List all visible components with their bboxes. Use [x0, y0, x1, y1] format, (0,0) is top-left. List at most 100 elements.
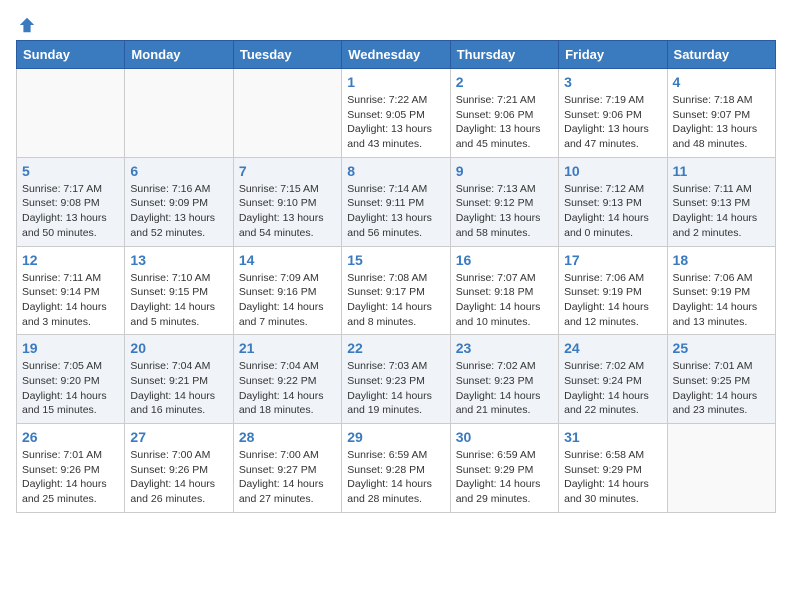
weekday-header-tuesday: Tuesday — [233, 41, 341, 69]
week-row-4: 19Sunrise: 7:05 AM Sunset: 9:20 PM Dayli… — [17, 335, 776, 424]
day-info: Sunrise: 7:16 AM Sunset: 9:09 PM Dayligh… — [130, 182, 227, 241]
day-info: Sunrise: 7:10 AM Sunset: 9:15 PM Dayligh… — [130, 271, 227, 330]
calendar-cell: 5Sunrise: 7:17 AM Sunset: 9:08 PM Daylig… — [17, 157, 125, 246]
calendar-cell: 14 Sunrise: 7:09 AM Sunset: 9:16 PM Dayli… — [233, 246, 341, 335]
calendar-cell — [667, 424, 775, 513]
weekday-header-friday: Friday — [559, 41, 667, 69]
week-row-2: 5Sunrise: 7:17 AM Sunset: 9:08 PM Daylig… — [17, 157, 776, 246]
day-number: 14 — [239, 252, 336, 268]
calendar-cell: 28 Sunrise: 7:00 AM Sunset: 9:27 PM Dayli… — [233, 424, 341, 513]
day-number: 12 — [22, 252, 119, 268]
calendar-cell: 26Sunrise: 7:01 AM Sunset: 9:26 PM Dayli… — [17, 424, 125, 513]
day-number: 29 — [347, 429, 444, 445]
logo-icon — [18, 16, 36, 34]
day-info: Sunrise: 7:01 AM Sunset: 9:26 PM Dayligh… — [22, 448, 119, 507]
day-info: Sunrise: 7:06 AM Sunset: 9:19 PM Dayligh… — [564, 271, 661, 330]
day-number: 23 — [456, 340, 553, 356]
calendar-cell: 29 Sunrise: 6:59 AM Sunset: 9:28 PM Dayli… — [342, 424, 450, 513]
calendar-cell: 7Sunrise: 7:15 AM Sunset: 9:10 PM Daylig… — [233, 157, 341, 246]
day-info: Sunrise: 7:03 AM Sunset: 9:23 PM Dayligh… — [347, 359, 444, 418]
week-row-1: 1 Sunrise: 7:22 AM Sunset: 9:05 PM Daylig… — [17, 69, 776, 158]
calendar-cell: 9 Sunrise: 7:13 AM Sunset: 9:12 PM Daylig… — [450, 157, 558, 246]
day-number: 6 — [130, 163, 227, 179]
day-number: 18 — [673, 252, 770, 268]
day-info: Sunrise: 6:58 AM Sunset: 9:29 PM Dayligh… — [564, 448, 661, 507]
day-info: Sunrise: 7:04 AM Sunset: 9:22 PM Dayligh… — [239, 359, 336, 418]
day-number: 31 — [564, 429, 661, 445]
day-number: 25 — [673, 340, 770, 356]
day-info: Sunrise: 7:11 AM Sunset: 9:13 PM Dayligh… — [673, 182, 770, 241]
day-info: Sunrise: 6:59 AM Sunset: 9:29 PM Dayligh… — [456, 448, 553, 507]
day-info: Sunrise: 7:14 AM Sunset: 9:11 PM Dayligh… — [347, 182, 444, 241]
day-info: Sunrise: 7:12 AM Sunset: 9:13 PM Dayligh… — [564, 182, 661, 241]
day-info: Sunrise: 7:00 AM Sunset: 9:26 PM Dayligh… — [130, 448, 227, 507]
day-number: 3 — [564, 74, 661, 90]
calendar-cell: 17 Sunrise: 7:06 AM Sunset: 9:19 PM Dayli… — [559, 246, 667, 335]
day-info: Sunrise: 7:06 AM Sunset: 9:19 PM Dayligh… — [673, 271, 770, 330]
day-info: Sunrise: 7:11 AM Sunset: 9:14 PM Dayligh… — [22, 271, 119, 330]
page-header — [16, 16, 776, 30]
calendar-cell: 8 Sunrise: 7:14 AM Sunset: 9:11 PM Daylig… — [342, 157, 450, 246]
calendar-cell: 27 Sunrise: 7:00 AM Sunset: 9:26 PM Dayli… — [125, 424, 233, 513]
day-number: 13 — [130, 252, 227, 268]
weekday-header-row: SundayMondayTuesdayWednesdayThursdayFrid… — [17, 41, 776, 69]
calendar-cell: 4 Sunrise: 7:18 AM Sunset: 9:07 PM Daylig… — [667, 69, 775, 158]
day-number: 27 — [130, 429, 227, 445]
day-number: 10 — [564, 163, 661, 179]
calendar-cell: 13 Sunrise: 7:10 AM Sunset: 9:15 PM Dayli… — [125, 246, 233, 335]
calendar-cell: 1 Sunrise: 7:22 AM Sunset: 9:05 PM Daylig… — [342, 69, 450, 158]
calendar-cell: 20 Sunrise: 7:04 AM Sunset: 9:21 PM Dayli… — [125, 335, 233, 424]
calendar-cell: 22 Sunrise: 7:03 AM Sunset: 9:23 PM Dayli… — [342, 335, 450, 424]
day-number: 2 — [456, 74, 553, 90]
calendar-cell: 16 Sunrise: 7:07 AM Sunset: 9:18 PM Dayli… — [450, 246, 558, 335]
calendar-cell: 19Sunrise: 7:05 AM Sunset: 9:20 PM Dayli… — [17, 335, 125, 424]
calendar-cell: 30 Sunrise: 6:59 AM Sunset: 9:29 PM Dayli… — [450, 424, 558, 513]
weekday-header-monday: Monday — [125, 41, 233, 69]
day-number: 15 — [347, 252, 444, 268]
calendar-cell: 18 Sunrise: 7:06 AM Sunset: 9:19 PM Dayli… — [667, 246, 775, 335]
day-info: Sunrise: 6:59 AM Sunset: 9:28 PM Dayligh… — [347, 448, 444, 507]
day-number: 9 — [456, 163, 553, 179]
calendar-cell — [125, 69, 233, 158]
day-info: Sunrise: 7:22 AM Sunset: 9:05 PM Dayligh… — [347, 93, 444, 152]
day-info: Sunrise: 7:17 AM Sunset: 9:08 PM Dayligh… — [22, 182, 119, 241]
day-number: 8 — [347, 163, 444, 179]
day-info: Sunrise: 7:02 AM Sunset: 9:23 PM Dayligh… — [456, 359, 553, 418]
day-info: Sunrise: 7:15 AM Sunset: 9:10 PM Dayligh… — [239, 182, 336, 241]
day-number: 22 — [347, 340, 444, 356]
calendar-cell: 12 Sunrise: 7:11 AM Sunset: 9:14 PM Dayli… — [17, 246, 125, 335]
weekday-header-thursday: Thursday — [450, 41, 558, 69]
calendar-cell: 21Sunrise: 7:04 AM Sunset: 9:22 PM Dayli… — [233, 335, 341, 424]
calendar: SundayMondayTuesdayWednesdayThursdayFrid… — [16, 40, 776, 513]
day-number: 11 — [673, 163, 770, 179]
day-info: Sunrise: 7:09 AM Sunset: 9:16 PM Dayligh… — [239, 271, 336, 330]
week-row-3: 12 Sunrise: 7:11 AM Sunset: 9:14 PM Dayli… — [17, 246, 776, 335]
calendar-cell — [233, 69, 341, 158]
calendar-cell: 15 Sunrise: 7:08 AM Sunset: 9:17 PM Dayli… — [342, 246, 450, 335]
calendar-cell: 2Sunrise: 7:21 AM Sunset: 9:06 PM Daylig… — [450, 69, 558, 158]
day-info: Sunrise: 7:19 AM Sunset: 9:06 PM Dayligh… — [564, 93, 661, 152]
day-info: Sunrise: 7:04 AM Sunset: 9:21 PM Dayligh… — [130, 359, 227, 418]
calendar-cell: 3 Sunrise: 7:19 AM Sunset: 9:06 PM Daylig… — [559, 69, 667, 158]
day-info: Sunrise: 7:05 AM Sunset: 9:20 PM Dayligh… — [22, 359, 119, 418]
day-info: Sunrise: 7:01 AM Sunset: 9:25 PM Dayligh… — [673, 359, 770, 418]
day-info: Sunrise: 7:13 AM Sunset: 9:12 PM Dayligh… — [456, 182, 553, 241]
day-number: 17 — [564, 252, 661, 268]
day-number: 16 — [456, 252, 553, 268]
calendar-cell — [17, 69, 125, 158]
day-number: 28 — [239, 429, 336, 445]
calendar-cell: 11 Sunrise: 7:11 AM Sunset: 9:13 PM Dayli… — [667, 157, 775, 246]
day-info: Sunrise: 7:07 AM Sunset: 9:18 PM Dayligh… — [456, 271, 553, 330]
calendar-cell: 25 Sunrise: 7:01 AM Sunset: 9:25 PM Dayli… — [667, 335, 775, 424]
day-number: 30 — [456, 429, 553, 445]
day-number: 20 — [130, 340, 227, 356]
calendar-cell: 23 Sunrise: 7:02 AM Sunset: 9:23 PM Dayli… — [450, 335, 558, 424]
weekday-header-saturday: Saturday — [667, 41, 775, 69]
day-number: 4 — [673, 74, 770, 90]
logo — [16, 16, 36, 30]
calendar-cell: 31 Sunrise: 6:58 AM Sunset: 9:29 PM Dayli… — [559, 424, 667, 513]
day-info: Sunrise: 7:08 AM Sunset: 9:17 PM Dayligh… — [347, 271, 444, 330]
day-info: Sunrise: 7:00 AM Sunset: 9:27 PM Dayligh… — [239, 448, 336, 507]
day-number: 1 — [347, 74, 444, 90]
day-info: Sunrise: 7:18 AM Sunset: 9:07 PM Dayligh… — [673, 93, 770, 152]
